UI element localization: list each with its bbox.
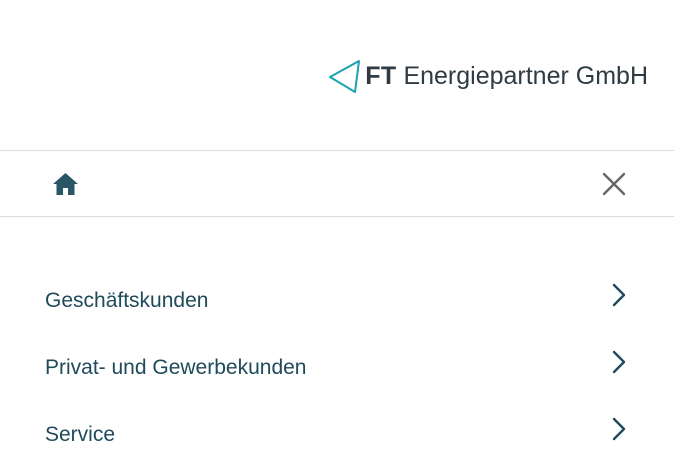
main-menu: Geschäftskunden Privat- und Gewerbekunde… [0,268,674,469]
site-header: FT Energiepartner GmbH [0,0,674,150]
close-menu-button[interactable] [600,170,628,198]
logo-company-name: Energiepartner GmbH [403,62,648,90]
triangle-logo-icon [329,60,361,93]
home-button[interactable] [50,169,80,199]
menu-nav-bar [0,150,674,217]
home-icon [52,173,78,195]
menu-item-privat-und-gewerbekunden[interactable]: Privat- und Gewerbekunden [0,335,674,402]
menu-item-label: Privat- und Gewerbekunden [45,356,307,379]
close-icon [602,172,626,196]
logo-abbreviation: FT [365,62,397,90]
menu-item-service[interactable]: Service [0,402,674,469]
menu-item-label: Geschäftskunden [45,289,209,312]
company-logo[interactable]: FT Energiepartner GmbH [328,58,648,94]
menu-item-geschaeftskunden[interactable]: Geschäftskunden [0,268,674,335]
chevron-right-icon [612,283,626,307]
chevron-right-icon [612,417,626,441]
menu-item-label: Service [45,423,116,446]
chevron-right-icon [612,350,626,374]
